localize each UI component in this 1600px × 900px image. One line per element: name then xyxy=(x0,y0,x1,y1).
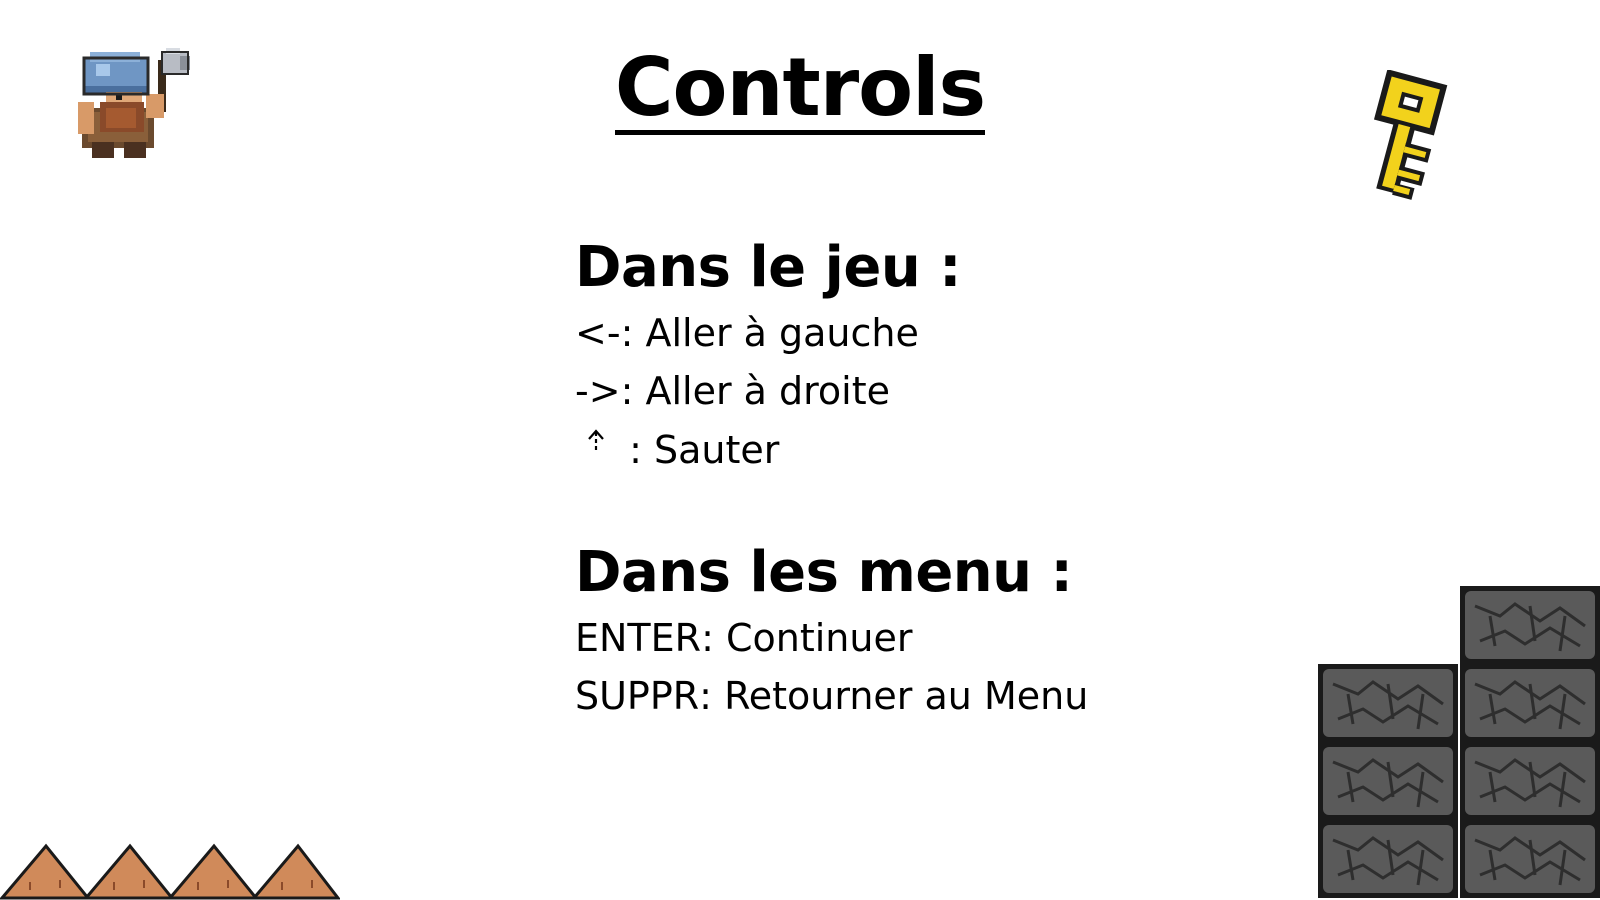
dwarf-sprite xyxy=(78,48,190,158)
in-game-heading: Dans le jeu : xyxy=(575,235,962,300)
control-left-action: Aller à gauche xyxy=(645,311,919,355)
control-jump-sep: : xyxy=(617,428,654,472)
control-jump: : Sauter xyxy=(575,420,1195,479)
control-suppr-sep: : xyxy=(699,674,725,718)
control-right: -> : Aller à droite xyxy=(575,362,1195,420)
control-enter-key: ENTER xyxy=(575,616,702,660)
control-right-action: Aller à droite xyxy=(645,369,891,413)
control-suppr-action: Retourner au Menu xyxy=(724,674,1089,718)
control-enter-sep: : xyxy=(701,616,726,660)
controls-content: Dans le jeu : <- : Aller à gauche -> : A… xyxy=(575,232,1195,725)
stone-block-sprite xyxy=(1318,586,1600,900)
controls-screen: Controls Dans le jeu : <- : Aller à gauc… xyxy=(0,0,1600,900)
control-left-key: <- xyxy=(575,311,621,355)
control-jump-action: Sauter xyxy=(653,428,780,472)
control-enter-action: Continuer xyxy=(725,616,913,660)
page-title-text: Controls xyxy=(614,41,986,135)
up-arrow-icon xyxy=(575,420,617,478)
control-left: <- : Aller à gauche xyxy=(575,304,1195,362)
control-suppr-key: SUPPR xyxy=(575,674,700,718)
control-enter: ENTER : Continuer xyxy=(575,609,1195,667)
spike-row-sprite xyxy=(0,843,340,900)
control-left-sep: : xyxy=(620,311,646,355)
in-menu-heading: Dans les menu : xyxy=(575,540,1073,605)
control-right-sep: : xyxy=(620,369,646,413)
control-suppr: SUPPR : Retourner au Menu xyxy=(575,667,1195,725)
control-right-key: -> xyxy=(575,369,621,413)
golden-key-sprite xyxy=(1373,70,1448,200)
